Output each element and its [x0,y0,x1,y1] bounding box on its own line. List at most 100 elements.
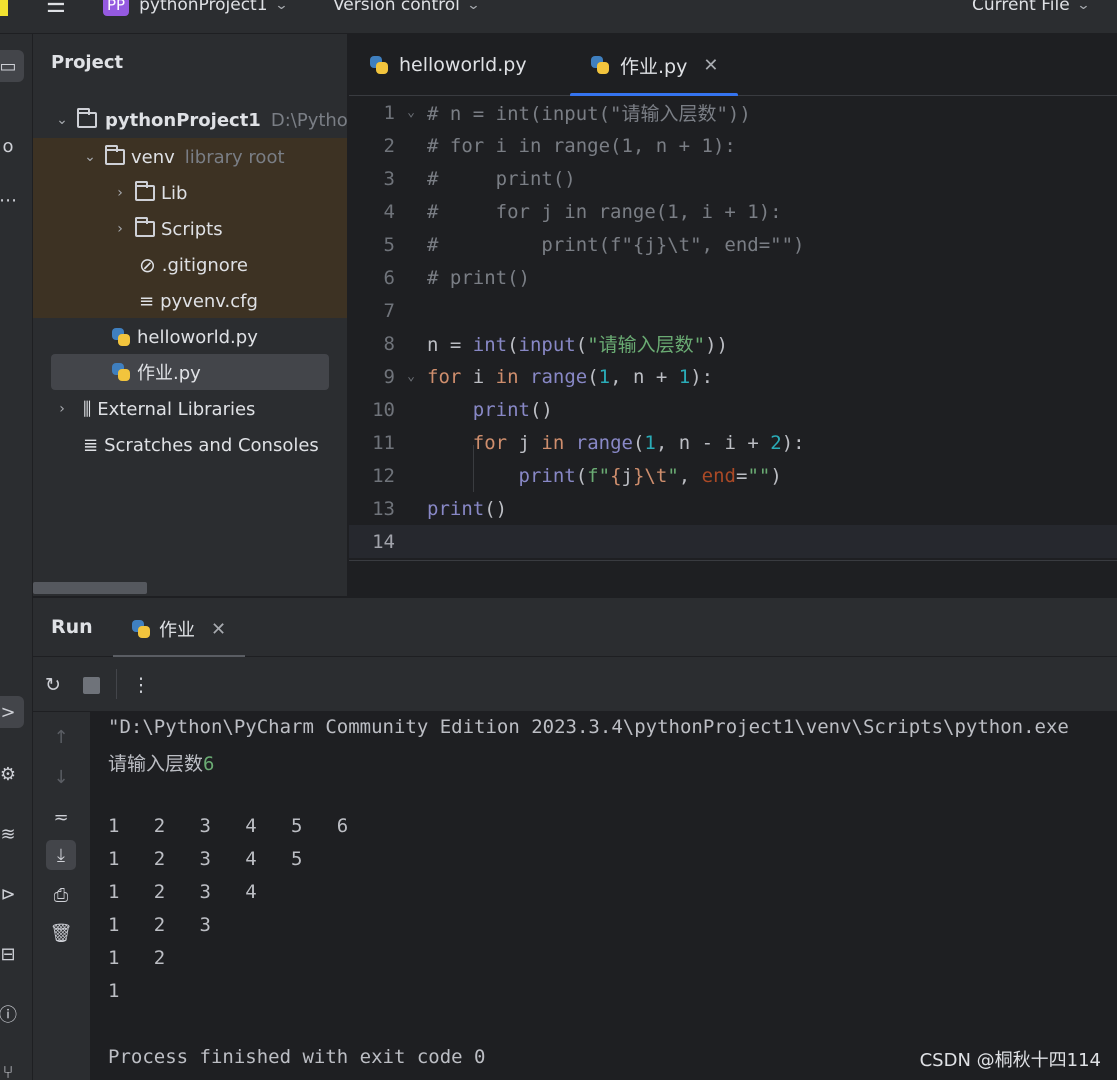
tree-item-external-libraries[interactable]: › ⫼ External Libraries [51,393,255,425]
tab-zuoye[interactable]: 作业.py ✕ [569,48,739,97]
code-text: # print(f"{j}\t", end="") [427,233,805,256]
hamburger-icon: ☰ [46,0,66,18]
arrow-down-icon[interactable]: ↓ [46,762,76,792]
tree-item-root[interactable]: ⌄ pythonProject1 D:\Pytho [51,104,347,136]
code-text: # for j in range(1, i + 1): [427,200,782,223]
code-line: 2 # for i in range(1, n + 1): [349,129,1117,162]
arrow-up-icon[interactable]: ↑ [46,722,76,752]
tree-item-lib[interactable]: › Lib [109,177,187,209]
indent-guide [473,445,474,492]
fold-icon[interactable]: ⌄ [395,105,427,120]
tree-item-pyvenv[interactable]: ≡ pyvenv.cfg [139,285,258,317]
folder-icon [77,108,97,128]
tab-label: 作业.py [620,55,688,78]
line-number: 5 [383,233,395,256]
text-file-icon: ≡ [139,290,155,312]
line-number: 12 [372,464,395,487]
commit-icon[interactable]: o [0,130,24,162]
tree-item-gitignore[interactable]: ⊘ .gitignore [139,249,248,281]
library-icon: ⫼ [83,398,92,420]
line-number: 3 [383,167,395,190]
line-number: 9 [383,365,395,388]
run-config-selector[interactable]: Current File ⌄ [972,0,1091,20]
line-number: 11 [372,431,395,454]
folder-icon [105,145,125,165]
console-row: 1 2 3 4 5 [108,848,303,870]
tree-item-scripts[interactable]: › Scripts [109,213,223,245]
code-line: 5 # print(f"{j}\t", end="") [349,228,1117,261]
close-icon[interactable]: ✕ [211,619,226,640]
console-row: 1 2 3 [108,914,211,936]
tree-item-scratches[interactable]: ≣ Scratches and Consoles [83,429,319,461]
editor-bottom-area [349,560,1117,596]
chevron-down-icon: ⌄ [56,112,68,128]
project-folder-icon[interactable]: ▭ [0,50,24,82]
terminal-icon[interactable]: ⊟ [0,938,24,970]
stop-button[interactable] [77,671,105,699]
vcs-menu[interactable]: Version control ⌄ [333,0,481,20]
folder-icon [135,217,155,237]
line-number: 13 [372,497,395,520]
chevron-right-icon: › [117,185,123,201]
horizontal-scrollbar[interactable] [33,582,147,594]
python-console-icon[interactable]: ⚙ [0,758,24,790]
scripts-label: Scripts [161,218,223,240]
console-command-line: "D:\Python\PyCharm Community Edition 202… [108,716,1069,738]
chevron-down-icon: ⌄ [1076,0,1091,13]
fold-icon[interactable]: ⌄ [395,369,427,384]
project-badge: PP [103,0,130,16]
scratches-label: Scratches and Consoles [104,434,319,456]
venv-label: venv [131,146,175,168]
code-text: n = int(input("请输入层数")) [427,334,728,356]
stop-icon [82,676,100,694]
soft-wrap-icon[interactable]: ≂ [46,802,76,832]
line-number: 2 [383,134,395,157]
code-line: 9 ⌄ for i in range(1, n + 1): [349,360,1117,393]
problems-icon[interactable]: ⓘ [0,998,24,1030]
root-name: pythonProject1 [105,109,261,131]
run-terminal-icon[interactable]: > [0,696,24,728]
console-row: 1 2 3 4 5 6 [108,815,349,837]
services-icon[interactable]: ⊳ [0,878,24,910]
watermark-text: CSDN @桐秋十四114 [919,1050,1101,1071]
run-tab[interactable]: 作业 ✕ [131,616,226,642]
code-editor[interactable]: 1 ⌄ # n = int(input("请输入层数")) 2 # for i … [349,96,1117,562]
console-input: 6 [203,753,215,775]
line-number: 8 [383,332,395,355]
code-text: # n = int(input("请输入层数")) [427,103,751,125]
chevron-down-icon: ⌄ [466,0,481,13]
vcs-label: Version control [333,0,460,15]
tree-item-helloworld[interactable]: helloworld.py [111,321,258,353]
code-text: print(f"{j}\t", end="") [518,464,782,487]
console-row: 1 2 [108,947,166,969]
tool-window-strip: ▭ o ⋯ > ⚙ ≋ ⊳ ⊟ ⓘ ⑂ [0,34,33,1080]
code-line: 6 # print() [349,261,1117,294]
tree-item-venv[interactable]: ⌄ venv library root [79,141,285,173]
run-panel-header: Run 作业 ✕ [33,597,1117,658]
code-line: 3 # print() [349,162,1117,195]
python-packages-icon[interactable]: ≋ [0,818,24,850]
console-output[interactable]: "D:\Python\PyCharm Community Edition 202… [90,712,1117,1080]
console-row: 1 [108,980,120,1002]
run-toolbar: ↻ ⋮ [33,657,1117,712]
rerun-icon[interactable]: ↻ [39,671,67,699]
tree-item-zuoye[interactable]: 作业.py [51,354,329,390]
tab-helloworld[interactable]: helloworld.py [369,48,527,82]
code-line: 10 print() [349,393,1117,426]
code-text: print() [427,497,508,520]
project-switcher[interactable]: PP pythonProject1 ⌄ [103,0,289,20]
python-file-icon [369,55,389,75]
chevron-right-icon: › [59,401,65,417]
main-menu-button[interactable]: ☰ [46,0,66,20]
chevron-down-icon: ⌄ [84,149,96,165]
scroll-to-end-icon[interactable]: ⤓ [46,840,76,870]
git-branch-icon[interactable]: ⑂ [0,1056,24,1080]
trash-icon[interactable]: 🗑 [46,918,76,948]
close-icon[interactable]: ✕ [703,55,718,76]
console-exit-line: Process finished with exit code 0 [108,1046,486,1068]
line-number: 6 [383,266,395,289]
more-options-icon[interactable]: ⋮ [127,671,155,699]
chevron-down-icon: ⌄ [273,0,289,13]
more-tools-icon[interactable]: ⋯ [0,184,24,216]
print-icon[interactable]: ⎙ [46,880,76,910]
